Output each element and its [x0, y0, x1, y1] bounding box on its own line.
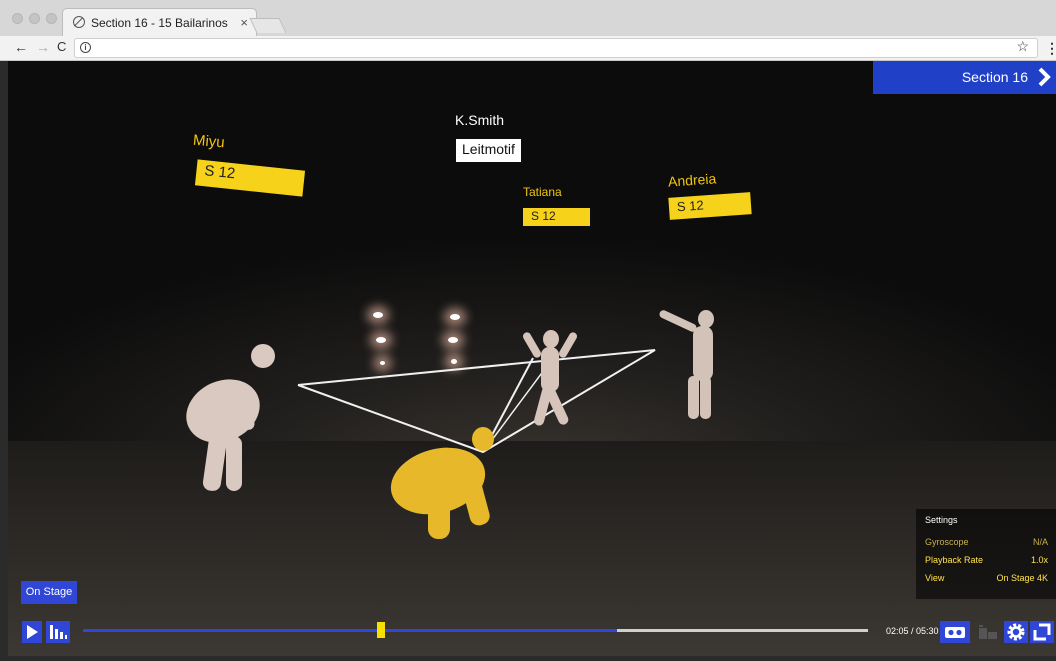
bookmark-star-icon[interactable]: ☆: [1016, 38, 1029, 55]
browser-titlebar: Section 16 - 15 Bailarinos e Te ×: [0, 0, 1056, 36]
bar-chart-icon: [50, 625, 67, 639]
minimize-window-button[interactable]: [29, 13, 40, 24]
forward-icon[interactable]: →: [36, 39, 50, 55]
vr-button[interactable]: [940, 621, 970, 643]
browser-menu-icon[interactable]: ⋮: [1045, 40, 1056, 57]
close-tab-icon[interactable]: ×: [240, 15, 248, 30]
browser-tab[interactable]: Section 16 - 15 Bailarinos e Te ×: [62, 8, 257, 36]
settings-title: Settings: [925, 515, 958, 525]
play-button[interactable]: [22, 621, 42, 643]
view-value[interactable]: On Stage 4K: [996, 573, 1048, 583]
view-label: View: [925, 573, 945, 583]
stats-button[interactable]: [46, 621, 70, 643]
vr-headset-icon: [945, 627, 965, 638]
dancer-name-andreia: Andreia: [667, 170, 717, 190]
section-banner[interactable]: Section 16: [873, 61, 1056, 94]
on-stage-button[interactable]: On Stage: [21, 581, 77, 604]
back-icon[interactable]: ←: [14, 39, 28, 55]
timeline-progress: [83, 629, 617, 632]
playback-rate-value[interactable]: 1.0x: [1031, 555, 1048, 565]
blocked-icon: [73, 16, 85, 28]
close-window-button[interactable]: [12, 13, 23, 24]
layout-button[interactable]: [976, 621, 1000, 643]
gyroscope-label: Gyroscope: [925, 537, 969, 547]
url-field[interactable]: i ☆: [74, 38, 1038, 58]
settings-panel: Settings Gyroscope N/A Playback Rate 1.0…: [916, 509, 1056, 599]
dancer-tag-tatiana: S 12: [523, 208, 590, 226]
dancer-right: [659, 310, 714, 419]
gear-icon: [1007, 623, 1025, 641]
new-tab-button[interactable]: [249, 18, 287, 33]
playback-rate-label: Playback Rate: [925, 555, 984, 565]
video-viewport[interactable]: Miyu S 12 K.Smith Leitmotif Tatiana S 12…: [8, 61, 1056, 656]
reload-icon[interactable]: C: [57, 39, 66, 54]
layout-icon: [979, 625, 997, 639]
time-display: 02:05 / 05:30: [886, 626, 939, 636]
address-bar-row: ← → C i ☆ ⋮: [0, 36, 1056, 61]
gyroscope-value[interactable]: N/A: [1033, 537, 1048, 547]
dancer-yellow: [390, 427, 494, 539]
section-label: Section 16: [961, 69, 1028, 85]
dancer-name-ksmith: K.Smith: [455, 112, 505, 128]
next-section-icon[interactable]: [1032, 61, 1056, 94]
info-icon[interactable]: i: [80, 42, 91, 53]
tab-title: Section 16 - 15 Bailarinos e Te: [91, 16, 231, 30]
dancer-left: [186, 344, 275, 491]
dancers-scene: [186, 310, 714, 539]
maximize-window-button[interactable]: [46, 13, 57, 24]
dancer-name-tatiana: Tatiana: [523, 185, 562, 199]
play-icon: [27, 625, 38, 639]
timeline-playhead[interactable]: [377, 622, 386, 638]
dancer-tag-ksmith: Leitmotif: [456, 139, 521, 162]
fullscreen-button[interactable]: [1030, 621, 1054, 643]
settings-button[interactable]: [1004, 621, 1028, 643]
dancer-name-miyu: Miyu: [192, 131, 226, 152]
timeline-track[interactable]: [83, 622, 868, 638]
fullscreen-icon: [1033, 623, 1051, 641]
